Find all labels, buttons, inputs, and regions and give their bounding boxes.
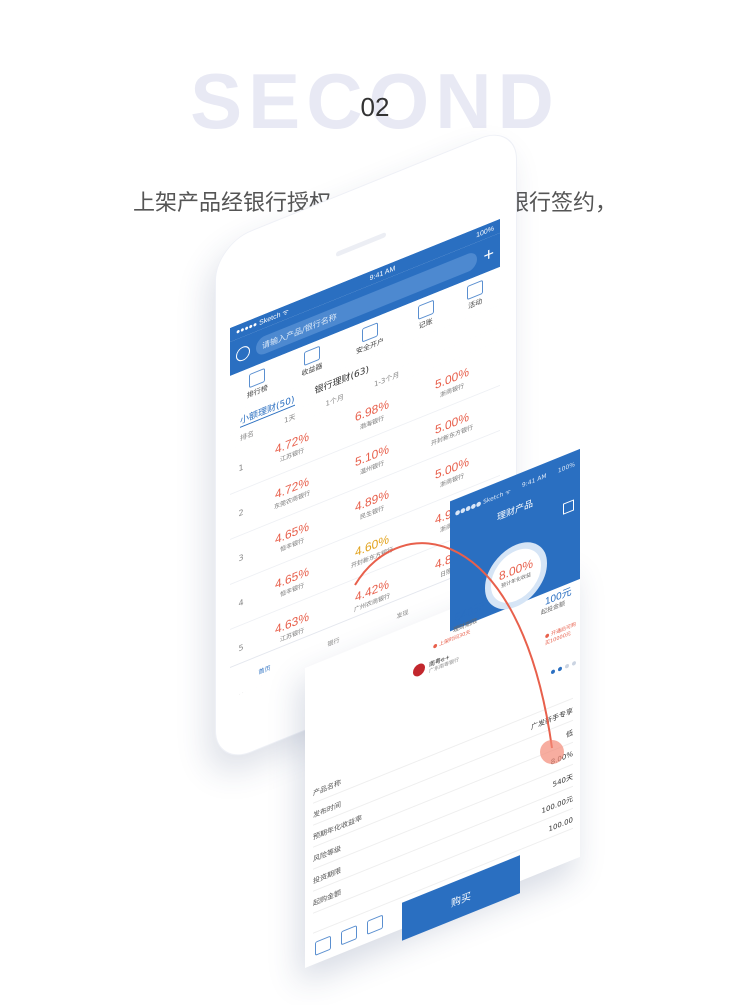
star-icon[interactable] — [315, 935, 331, 956]
step-number: 02 — [360, 92, 390, 122]
rank-number: 2 — [238, 506, 244, 519]
rank-number: 3 — [238, 551, 244, 564]
calculator-icon[interactable] — [367, 914, 383, 935]
rank-number: 4 — [238, 596, 244, 609]
rank-number: 1 — [238, 461, 244, 474]
tab-home[interactable]: 首页 — [258, 662, 270, 676]
nav-item-account[interactable]: 安全开户 — [356, 320, 384, 357]
nav-item-ranking[interactable]: 排行榜 — [247, 367, 268, 401]
nav-label: 记账 — [418, 317, 433, 331]
nav-item-notes[interactable]: 记账 — [417, 299, 434, 332]
plus-icon[interactable]: + — [483, 242, 494, 267]
rank-number: 5 — [238, 641, 244, 654]
nav-item-calculator[interactable]: 收益器 — [301, 345, 322, 379]
detail-value: 低 — [566, 728, 573, 740]
nav-label: 活动 — [468, 297, 483, 311]
phone-speaker — [336, 231, 386, 258]
user-icon[interactable] — [236, 343, 250, 364]
note-icon[interactable] — [341, 924, 357, 946]
nav-item-events[interactable]: 活动 — [467, 279, 484, 312]
